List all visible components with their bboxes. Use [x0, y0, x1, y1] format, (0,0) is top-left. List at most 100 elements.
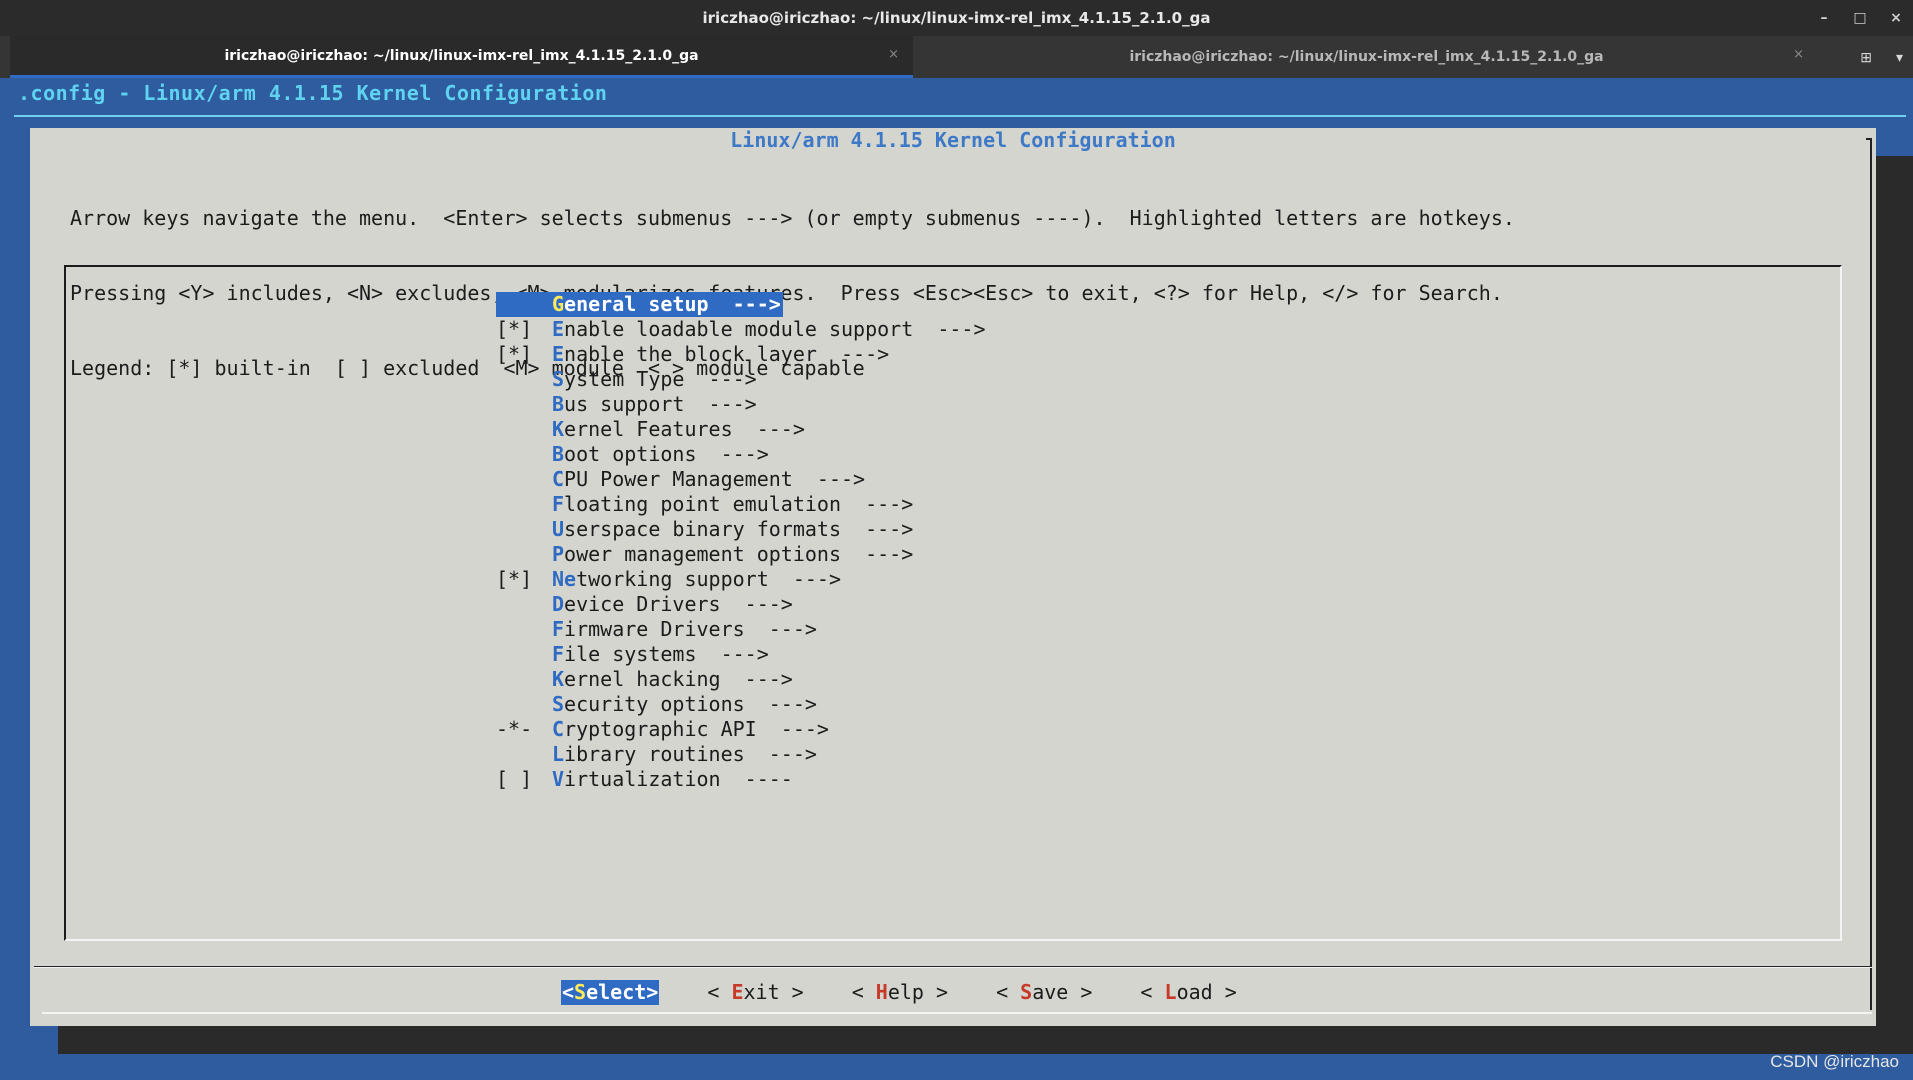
menu-item-label: nable loadable module support --->	[564, 317, 986, 341]
chevron-down-icon[interactable]: ▾	[1896, 49, 1903, 66]
menu-item-hotkey: G	[552, 292, 565, 316]
menu-item-entry[interactable]: Kernel Features --->	[496, 417, 985, 442]
menu-item-label: ystem Type --->	[564, 367, 757, 391]
menu-item-label: irmware Drivers --->	[564, 617, 817, 641]
dialog-button[interactable]: <Select>	[561, 980, 660, 1005]
menu-item[interactable]: General setup --->	[496, 292, 985, 317]
window-controls: – □ ×	[1817, 0, 1903, 36]
menu-item-entry[interactable]: Library routines --->	[496, 742, 985, 767]
menu-item-label: ower management options --->	[564, 542, 914, 566]
menu-item-hotkey: F	[552, 642, 565, 666]
dialog-title-text: Linux/arm 4.1.15 Kernel Configuration	[722, 128, 1184, 152]
menu-item[interactable]: File systems --->	[496, 642, 985, 667]
menu-item-entry[interactable]: -*- Cryptographic API --->	[496, 717, 985, 742]
menu-item-entry[interactable]: Device Drivers --->	[496, 592, 985, 617]
menu-item-mark: [*]	[496, 342, 533, 366]
new-tab-icon[interactable]: ⊞	[1860, 49, 1872, 66]
button-pre: <	[996, 980, 1021, 1004]
menu-item-entry[interactable]: Floating point emulation --->	[496, 492, 985, 517]
menu-box: General setup ---> [*] Enable loadable mod…	[64, 265, 1842, 941]
dialog-button[interactable]: < Exit >	[707, 980, 803, 1005]
menu-item-label: ecurity options --->	[564, 692, 817, 716]
menu-item[interactable]: Library routines --->	[496, 742, 985, 767]
help-line: Arrow keys navigate the menu. <Enter> se…	[70, 206, 1515, 230]
tab-close-icon[interactable]: ×	[1793, 47, 1804, 62]
menu-item-entry[interactable]: Kernel hacking --->	[496, 667, 985, 692]
menu-item[interactable]: [ ] Virtualization ----	[496, 767, 985, 792]
tab-close-icon[interactable]: ×	[888, 47, 899, 62]
menu-item-selected[interactable]: General setup --->	[496, 292, 783, 317]
menu-item-label: loating point emulation --->	[564, 492, 914, 516]
button-hot: S	[574, 980, 587, 1004]
menu-item-label: irtualization ----	[564, 767, 793, 791]
button-pre: <	[851, 980, 876, 1004]
menu-item-entry[interactable]: Userspace binary formats --->	[496, 517, 985, 542]
button-divider	[34, 966, 1872, 968]
menu-item-entry[interactable]: Bus support --->	[496, 392, 985, 417]
menu-item[interactable]: Userspace binary formats --->	[496, 517, 985, 542]
menu-item[interactable]: Bus support --->	[496, 392, 985, 417]
menu-item-entry[interactable]: System Type --->	[496, 367, 985, 392]
menu-item-hotkey: F	[552, 492, 565, 516]
menu-item-entry[interactable]: Security options --->	[496, 692, 985, 717]
terminal-view[interactable]: .config - Linux/arm 4.1.15 Kernel Config…	[0, 78, 1913, 1080]
tab-actions: ⊞ ▾	[1860, 36, 1913, 78]
menu-item-label: ile systems --->	[564, 642, 769, 666]
menu-item-hotkey: F	[552, 617, 565, 641]
maximize-icon[interactable]: □	[1853, 10, 1867, 26]
menu-item[interactable]: System Type --->	[496, 367, 985, 392]
menu-item[interactable]: Kernel Features --->	[496, 417, 985, 442]
menu-item[interactable]: CPU Power Management --->	[496, 467, 985, 492]
menu-item-mark: -*-	[496, 717, 533, 741]
menu-item-hotkey: E	[552, 317, 565, 341]
menu-item[interactable]: Kernel hacking --->	[496, 667, 985, 692]
menu-item[interactable]: Device Drivers --->	[496, 592, 985, 617]
menu-item-mark: [*]	[496, 317, 533, 341]
menu-item-entry[interactable]: File systems --->	[496, 642, 985, 667]
menu-item[interactable]: Security options --->	[496, 692, 985, 717]
menuconfig-dialog: Linux/arm 4.1.15 Kernel Configuration Ar…	[30, 128, 1876, 1026]
button-hot: L	[1164, 980, 1177, 1004]
menu-item-label: PU Power Management --->	[564, 467, 866, 491]
menu-item-label: ernel Features --->	[564, 417, 805, 441]
menu-item[interactable]: [*] Networking support --->	[496, 567, 985, 592]
dialog-button[interactable]: < Save >	[996, 980, 1092, 1005]
menu-item-entry[interactable]: [*] Enable loadable module support --->	[496, 317, 985, 342]
menu-item[interactable]: Floating point emulation --->	[496, 492, 985, 517]
window-title: iriczhao@iriczhao: ~/linux/linux-imx-rel…	[702, 9, 1211, 27]
menu-item-entry[interactable]: [*] Enable the block layer --->	[496, 342, 985, 367]
minimize-icon[interactable]: –	[1817, 10, 1831, 26]
menu-item-entry[interactable]: Firmware Drivers --->	[496, 617, 985, 642]
close-icon[interactable]: ×	[1889, 10, 1903, 26]
menu-item-hotkey: C	[552, 717, 565, 741]
button-pre: <	[562, 980, 575, 1004]
menu-item-entry[interactable]: Power management options --->	[496, 542, 985, 567]
button-hot: S	[1020, 980, 1033, 1004]
menu-item-label: evice Drivers --->	[564, 592, 793, 616]
button-post: oad >	[1176, 980, 1237, 1004]
menu-item-label: ryptographic API --->	[564, 717, 829, 741]
dialog-button[interactable]: < Help >	[852, 980, 948, 1005]
dialog-button[interactable]: < Load >	[1140, 980, 1236, 1005]
menu-item[interactable]: Boot options --->	[496, 442, 985, 467]
tab-terminal-2[interactable]: iriczhao@iriczhao: ~/linux/linux-imx-rel…	[915, 36, 1818, 78]
menu-item-label: nable the block layer --->	[564, 342, 890, 366]
menu-item[interactable]: [*] Enable loadable module support --->	[496, 317, 985, 342]
menu-item-hotkey: E	[552, 342, 565, 366]
tab-bar: iriczhao@iriczhao: ~/linux/linux-imx-rel…	[0, 36, 1913, 78]
menu-item[interactable]: Firmware Drivers --->	[496, 617, 985, 642]
menu-item-hotkey: V	[552, 767, 565, 791]
menu-item-entry[interactable]: CPU Power Management --->	[496, 467, 985, 492]
button-pre: <	[1140, 980, 1165, 1004]
menu-list: General setup ---> [*] Enable loadable mod…	[496, 292, 985, 792]
menu-item-entry[interactable]: [*] Networking support --->	[496, 567, 985, 592]
menu-item-entry[interactable]: Boot options --->	[496, 442, 985, 467]
menu-item-hotkey: U	[552, 517, 565, 541]
menu-item-hotkey: S	[552, 692, 565, 716]
menu-item[interactable]: [*] Enable the block layer --->	[496, 342, 985, 367]
menu-item-label: tworking support --->	[576, 567, 841, 591]
tab-terminal-1[interactable]: iriczhao@iriczhao: ~/linux/linux-imx-rel…	[10, 36, 913, 78]
menu-item[interactable]: -*- Cryptographic API --->	[496, 717, 985, 742]
menu-item-entry[interactable]: [ ] Virtualization ----	[496, 767, 985, 792]
menu-item[interactable]: Power management options --->	[496, 542, 985, 567]
